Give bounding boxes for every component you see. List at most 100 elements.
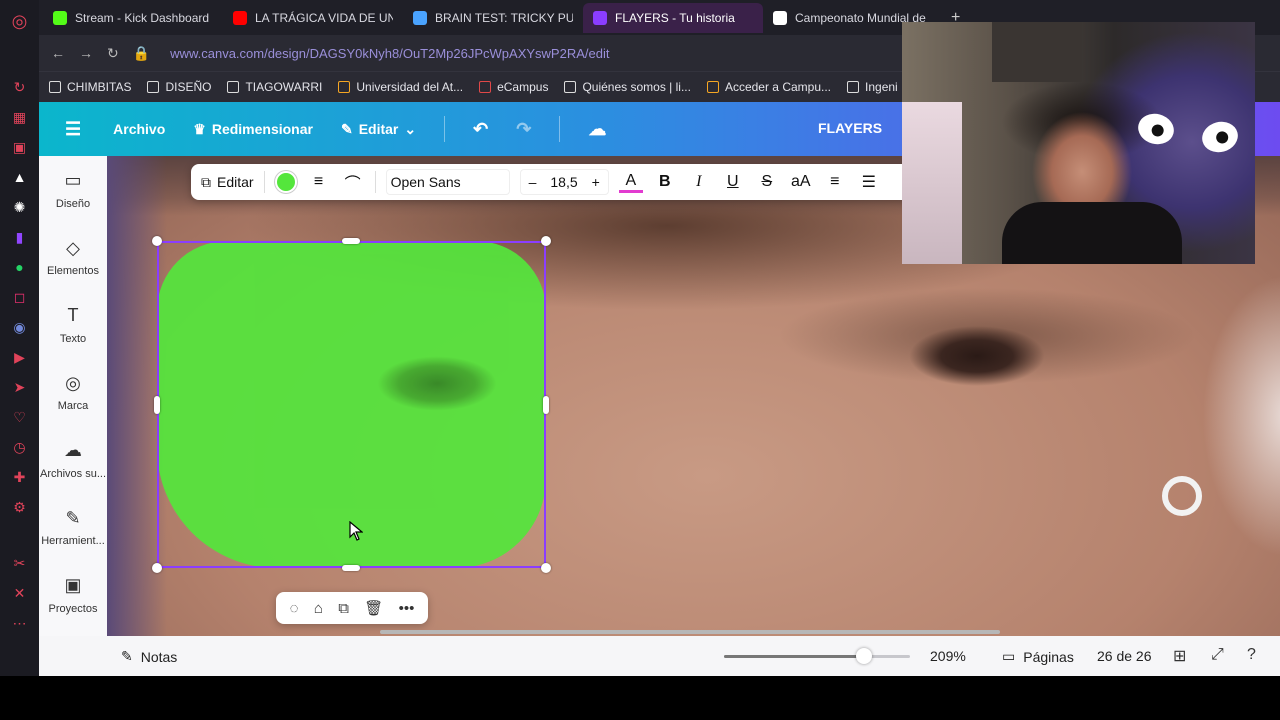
resize-handle-top-right[interactable] <box>541 236 551 246</box>
extensions-icon[interactable]: ✚ <box>9 466 31 488</box>
browser-tab[interactable]: LA TRÁGICA VIDA DE UN <box>223 3 403 33</box>
vpn-icon[interactable]: ✂ <box>9 552 31 574</box>
send-icon[interactable]: ➤ <box>9 376 31 398</box>
zoom-slider-thumb[interactable] <box>855 648 872 664</box>
gx-control-icon[interactable]: ↻ <box>9 76 31 98</box>
corner-rounding-icon[interactable]: ⌒ <box>341 170 365 194</box>
sidebar-item-uploads[interactable]: ☁ Archivos su... <box>39 426 107 494</box>
aria-icon[interactable]: ▲ <box>9 166 31 188</box>
redo-button[interactable]: ↷ <box>516 119 531 140</box>
font-selector[interactable]: Open Sans <box>385 169 510 195</box>
gx-mods-icon[interactable]: ✕ <box>9 582 31 604</box>
font-size-value[interactable]: 18,5 <box>550 174 577 190</box>
browser-sidebar: ◎ ↻ ▦ ▣ ▲ ✺ ▮ ● ◻ ◉ ▶ ➤ ♡ ◷ ✚ ⚙ ✂ ✕ ⋯ <box>0 0 39 676</box>
more-options-icon[interactable]: ••• <box>399 600 415 617</box>
bookmark-item[interactable]: TIAGOWARRI <box>227 80 322 94</box>
text-color-button[interactable]: A <box>618 172 643 193</box>
brand-icon: ◎ <box>65 372 81 393</box>
back-icon[interactable]: ← <box>51 45 65 61</box>
forward-icon[interactable]: → <box>79 45 93 61</box>
twitch-icon[interactable]: ▮ <box>9 226 31 248</box>
resize-handle-bottom-left[interactable] <box>152 563 162 573</box>
sidebar-item-label: Proyectos <box>48 602 98 615</box>
sidebar-item-brand[interactable]: ◎ Marca <box>39 359 107 427</box>
zoom-slider[interactable] <box>724 648 910 664</box>
chatgpt-icon[interactable]: ✺ <box>9 196 31 218</box>
bookmark-item[interactable]: CHIMBITAS <box>49 80 131 94</box>
sidebar-item-projects[interactable]: ▣ Proyectos <box>39 561 107 629</box>
history-icon[interactable]: ◷ <box>9 436 31 458</box>
pages-button[interactable]: ▭ Páginas <box>1002 648 1074 665</box>
edit-mode-button[interactable]: ✎ Editar ⌄ <box>341 121 416 138</box>
resize-handle-top-left[interactable] <box>152 236 162 246</box>
heart-icon[interactable]: ♡ <box>9 406 31 428</box>
edit-image-button[interactable]: ⧉ Editar <box>201 174 254 191</box>
browser-tab[interactable]: BRAIN TEST: TRICKY PU <box>403 3 583 33</box>
file-menu-button[interactable]: Archivo <box>113 121 165 137</box>
decrease-size-button[interactable]: – <box>529 174 537 190</box>
underline-button[interactable]: U <box>721 173 745 191</box>
resize-handle-bottom[interactable] <box>342 565 360 571</box>
resize-button[interactable]: ♛ Redimensionar <box>193 121 313 138</box>
opera-gx-logo-icon[interactable]: ◎ <box>9 10 31 32</box>
shape-color-swatch[interactable] <box>274 171 297 193</box>
notes-button[interactable]: ✎ Notas <box>121 648 177 665</box>
project-title[interactable]: FLAYERS <box>818 120 882 136</box>
increase-size-button[interactable]: + <box>592 174 600 190</box>
discord-icon[interactable]: ◉ <box>9 316 31 338</box>
resize-handle-right[interactable] <box>543 396 549 414</box>
messenger-icon[interactable]: ▣ <box>9 136 31 158</box>
floating-actions-toolbar: ◌ ⌂ ⧉ 🗑 ••• <box>276 592 428 624</box>
browser-tab[interactable]: Stream - Kick Dashboard <box>43 3 223 33</box>
grid-view-icon[interactable]: ⊞ <box>1173 646 1186 666</box>
lock-icon[interactable]: ⌂ <box>314 600 323 617</box>
bookmark-label: Ingeni <box>865 80 898 94</box>
whatsapp-icon[interactable]: ● <box>9 256 31 278</box>
fullscreen-icon[interactable]: ⤢ <box>1211 646 1224 664</box>
browser-tab-active[interactable]: FLAYERS - Tu historia <box>583 2 763 33</box>
tab-title: Stream - Kick Dashboard <box>75 10 210 25</box>
bookmark-item[interactable]: DISEÑO <box>147 80 211 94</box>
undo-button[interactable]: ↶ <box>473 119 488 140</box>
webcam-shelf <box>992 22 1082 82</box>
resize-handle-bottom-right[interactable] <box>541 563 551 573</box>
trash-icon[interactable]: 🗑 <box>364 599 383 617</box>
folder-icon: ▣ <box>64 575 82 596</box>
page-count[interactable]: 26 de 26 <box>1097 648 1152 664</box>
resize-handle-left[interactable] <box>154 396 160 414</box>
italic-button[interactable]: I <box>687 173 711 191</box>
bookmark-item[interactable]: Acceder a Campu... <box>706 80 831 94</box>
screen: ◎ ↻ ▦ ▣ ▲ ✺ ▮ ● ◻ ◉ ▶ ➤ ♡ ◷ ✚ ⚙ ✂ ✕ ⋯ St… <box>0 0 1280 720</box>
sidebar-item-text[interactable]: T Texto <box>39 291 107 359</box>
sidebar-item-tools[interactable]: ✎ Herramient... <box>39 494 107 562</box>
hamburger-menu-icon[interactable]: ☰ <box>65 119 81 140</box>
sidebar-item-label: Texto <box>59 332 87 345</box>
bookmark-item[interactable]: Quiénes somos | li... <box>564 80 691 94</box>
settings-icon[interactable]: ⚙ <box>9 496 31 518</box>
border-style-icon[interactable]: ≡ <box>307 173 331 191</box>
bold-button[interactable]: B <box>653 173 677 191</box>
cloud-save-icon[interactable]: ☁ <box>588 119 606 140</box>
gx-corner-icon[interactable]: ▦ <box>9 106 31 128</box>
bookmark-item[interactable]: Ingeni <box>847 80 898 94</box>
bookmark-item[interactable]: Universidad del At... <box>338 80 463 94</box>
more-icon[interactable]: ⋯ <box>9 612 31 634</box>
lock-icon[interactable]: 🔒 <box>133 45 150 62</box>
help-icon[interactable]: ? <box>1247 646 1256 664</box>
reload-icon[interactable]: ↻ <box>107 45 119 62</box>
align-center-icon[interactable]: ≡ <box>823 173 847 191</box>
horizontal-scrollbar[interactable] <box>380 630 1000 634</box>
zoom-level[interactable]: 209% <box>930 648 966 664</box>
comment-icon[interactable]: ◌ <box>290 600 299 617</box>
resize-handle-top[interactable] <box>342 238 360 244</box>
list-icon[interactable]: ☰ <box>857 172 881 192</box>
sidebar-item-elements[interactable]: ◇ Elementos <box>39 224 107 292</box>
instagram-icon[interactable]: ◻ <box>9 286 31 308</box>
strikethrough-button[interactable]: S <box>755 173 779 191</box>
duplicate-icon[interactable]: ⧉ <box>338 600 349 617</box>
url-field[interactable]: www.canva.com/design/DAGSY0kNyh8/OuT2Mp2… <box>170 46 609 61</box>
player-icon[interactable]: ▶ <box>9 346 31 368</box>
bookmark-item[interactable]: eCampus <box>479 80 548 94</box>
letter-case-button[interactable]: aA <box>789 173 813 191</box>
sidebar-item-design[interactable]: ▭ Diseño <box>39 156 107 224</box>
